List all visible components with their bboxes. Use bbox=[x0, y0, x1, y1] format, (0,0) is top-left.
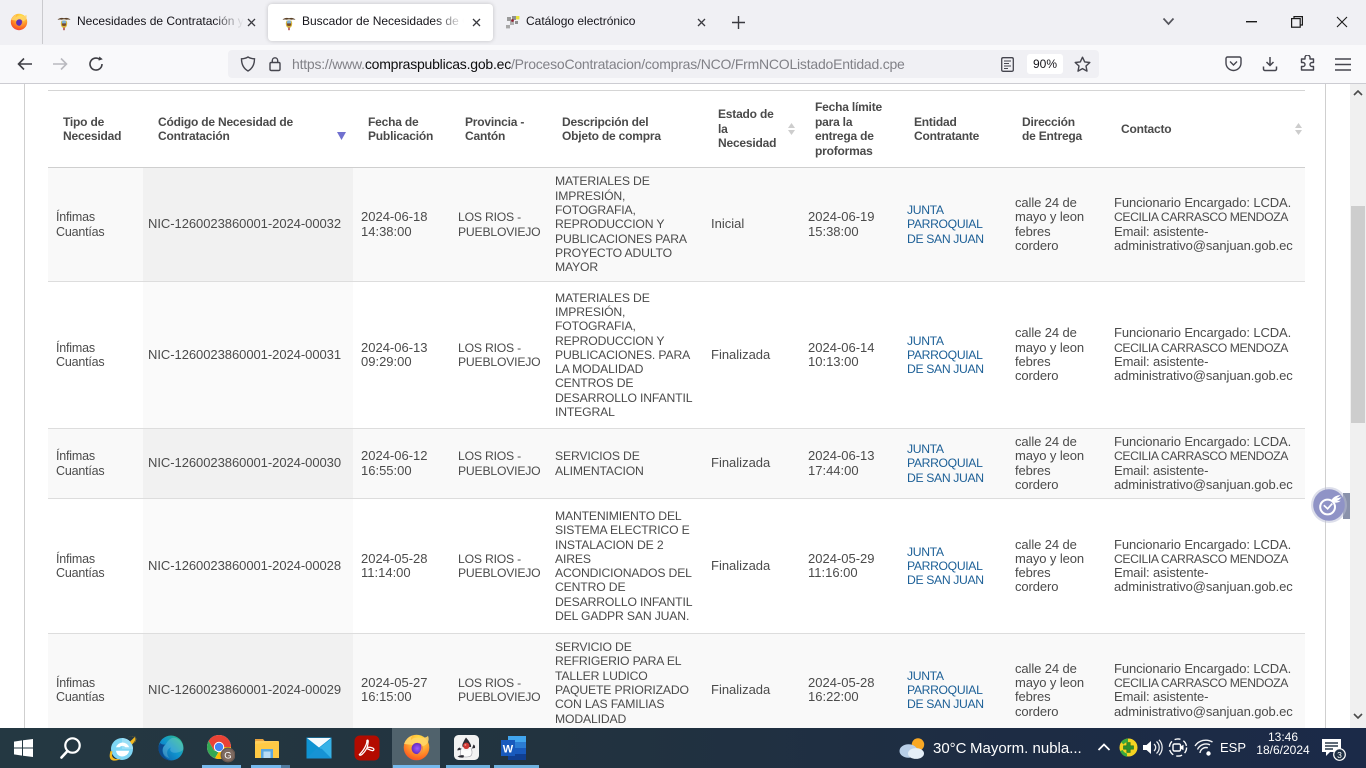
svg-text:3: 3 bbox=[1337, 750, 1342, 760]
svg-text:W: W bbox=[503, 744, 514, 756]
svg-text:G: G bbox=[224, 750, 231, 761]
